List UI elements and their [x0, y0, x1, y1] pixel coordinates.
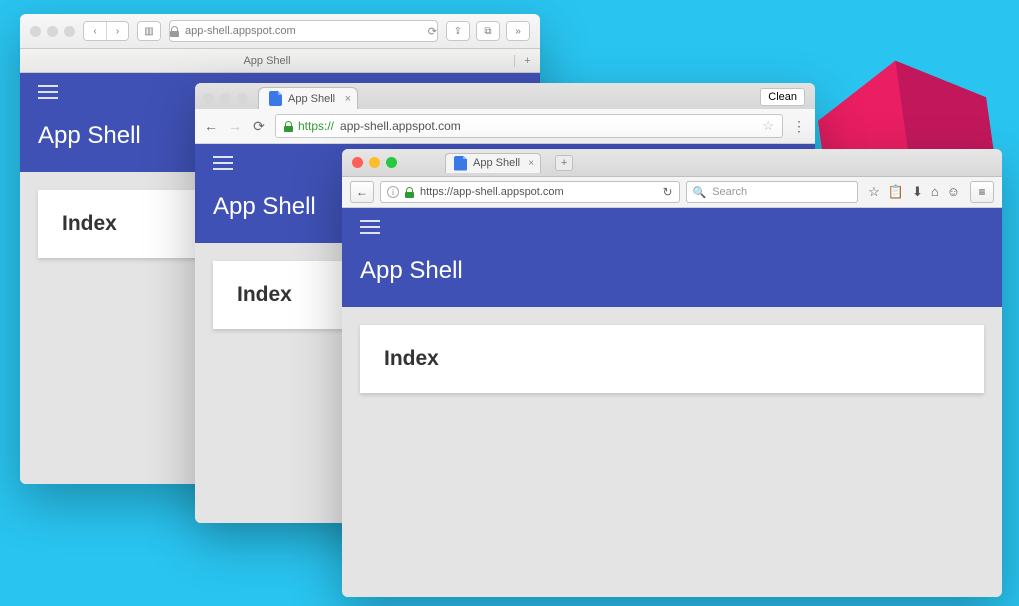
share-button[interactable]: ⇪	[447, 22, 469, 40]
tab-title: App Shell	[243, 55, 290, 67]
app-header: App Shell	[342, 208, 1002, 307]
chat-icon[interactable]: ☺	[947, 184, 960, 200]
chrome-menu-button[interactable]: ⋮	[791, 118, 807, 135]
back-button[interactable]: ‹	[84, 22, 106, 40]
site-info-icon[interactable]: i	[387, 186, 399, 198]
minimize-icon[interactable]	[220, 93, 231, 104]
back-button[interactable]: ←	[350, 181, 374, 203]
pocket-icon[interactable]: 📋	[888, 184, 904, 200]
forward-button: →	[227, 118, 243, 134]
firefox-toolbar-icons: ☆ 📋 ⬇ ⌂ ☺	[864, 184, 964, 200]
firefox-viewport: App Shell Index	[342, 208, 1002, 597]
chrome-traffic-lights[interactable]	[203, 93, 248, 104]
firefox-tab[interactable]: App Shell ×	[445, 153, 541, 173]
chrome-tab[interactable]: App Shell ×	[258, 87, 358, 109]
firefox-menu-button[interactable]: ≡	[970, 181, 994, 203]
lock-icon	[405, 187, 414, 198]
lock-icon	[170, 26, 179, 37]
home-icon[interactable]: ⌂	[931, 184, 939, 200]
hamburger-icon[interactable]	[213, 156, 233, 170]
reload-button[interactable]: ⟳	[251, 118, 267, 135]
favicon-icon	[269, 91, 282, 106]
hamburger-icon[interactable]	[360, 220, 380, 234]
card-heading: Index	[384, 347, 960, 371]
tab-title: App Shell	[473, 157, 520, 169]
close-icon[interactable]	[30, 26, 41, 37]
reload-icon[interactable]: ↻	[662, 185, 672, 199]
new-tab-button[interactable]: +	[514, 55, 540, 67]
chrome-address-bar[interactable]: https:// app-shell.appspot.com ☆	[275, 114, 783, 138]
safari-toolbar: ‹ › ▥ app-shell.appspot.com ⟳ ⇪ ⧉ »	[20, 14, 540, 49]
firefox-toolbar: ← i https://app-shell.appspot.com ↻ 🔍 Se…	[342, 177, 1002, 208]
chrome-toolbar: ← → ⟳ https:// app-shell.appspot.com ☆ ⋮	[195, 109, 815, 144]
overflow-button[interactable]: »	[507, 22, 529, 40]
chrome-tabstrip: App Shell ×	[195, 83, 815, 109]
sidebar-icon: ▥	[138, 22, 160, 40]
back-button[interactable]: ←	[203, 118, 219, 134]
firefox-address-bar[interactable]: i https://app-shell.appspot.com ↻	[380, 181, 680, 203]
clean-badge[interactable]: Clean	[760, 88, 805, 106]
bookmark-star-icon[interactable]: ☆	[868, 184, 880, 200]
safari-url-text: app-shell.appspot.com	[185, 25, 296, 37]
content-card: Index	[360, 325, 984, 393]
firefox-traffic-lights[interactable]	[352, 157, 397, 168]
reload-icon[interactable]: ⟳	[428, 25, 437, 38]
forward-button[interactable]: ›	[106, 22, 128, 40]
url-scheme: https://	[298, 119, 334, 133]
hamburger-icon[interactable]	[38, 85, 58, 99]
safari-tabstrip: App Shell +	[20, 49, 540, 73]
url-text: https://app-shell.appspot.com	[420, 186, 564, 198]
close-icon[interactable]	[352, 157, 363, 168]
tabs-button[interactable]: ⧉	[477, 22, 499, 40]
favicon-icon	[454, 156, 467, 171]
bookmark-star-icon[interactable]: ☆	[762, 118, 774, 134]
app-title: App Shell	[360, 257, 984, 285]
downloads-icon[interactable]: ⬇	[912, 184, 923, 200]
minimize-icon[interactable]	[369, 157, 380, 168]
firefox-tabstrip: App Shell × +	[342, 149, 1002, 177]
close-icon[interactable]	[203, 93, 214, 104]
tab-title: App Shell	[288, 93, 335, 105]
lock-icon	[284, 121, 293, 132]
firefox-window: App Shell × + ← i https://app-shell.apps…	[342, 149, 1002, 597]
tab-close-icon[interactable]: ×	[345, 93, 351, 105]
maximize-icon[interactable]	[64, 26, 75, 37]
safari-traffic-lights[interactable]	[30, 26, 75, 37]
url-host: app-shell.appspot.com	[340, 119, 461, 133]
safari-address-bar[interactable]: app-shell.appspot.com ⟳	[169, 20, 438, 42]
minimize-icon[interactable]	[47, 26, 58, 37]
safari-tab[interactable]: App Shell	[20, 55, 514, 67]
safari-nav-group: ‹ ›	[83, 21, 129, 41]
maximize-icon[interactable]	[386, 157, 397, 168]
search-icon: 🔍	[693, 186, 707, 199]
tab-close-icon[interactable]: ×	[528, 158, 534, 169]
new-tab-button[interactable]: +	[555, 155, 573, 171]
maximize-icon[interactable]	[237, 93, 248, 104]
search-placeholder: Search	[712, 186, 747, 198]
safari-sidebar-button[interactable]: ▥	[137, 21, 161, 41]
firefox-search-input[interactable]: 🔍 Search	[686, 181, 859, 203]
